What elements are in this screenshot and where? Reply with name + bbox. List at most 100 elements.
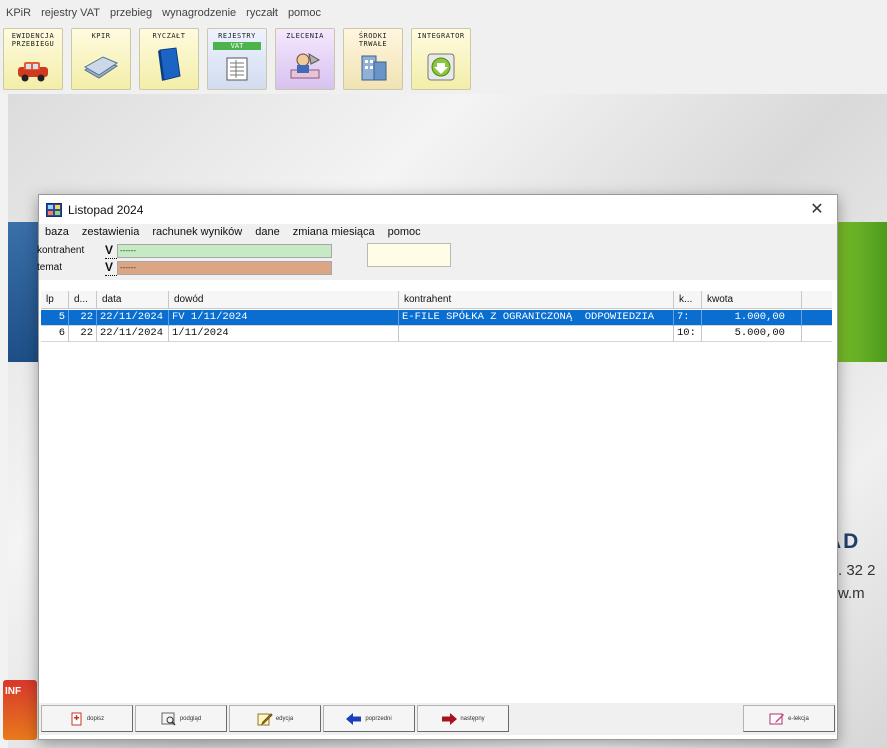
integrator-download-icon xyxy=(424,50,458,85)
menu-zestawienia[interactable]: zestawienia xyxy=(82,226,139,238)
edycja-button[interactable]: edycja xyxy=(229,705,321,732)
dialog-menu-bar: baza zestawienia rachunek wyników dane z… xyxy=(39,224,837,240)
cell-kontrahent xyxy=(399,326,674,342)
car-icon xyxy=(15,58,51,85)
toolbar-kpir-button[interactable]: KPIR xyxy=(71,28,131,90)
fixed-assets-icon xyxy=(356,52,390,85)
poprzedni-label: poprzedni xyxy=(365,715,392,722)
cell-d: 22 xyxy=(69,326,97,342)
add-document-icon xyxy=(70,712,84,726)
edit-pencil-icon xyxy=(257,712,273,726)
toolbar-label: ŚRODKI TRWAŁE xyxy=(358,32,388,48)
app-menu-wynagrodzenie[interactable]: wynagrodzenie xyxy=(162,7,236,19)
background-phone-text: . 32 2 xyxy=(838,562,876,579)
filter-panel: kontrahent V ------ temat V ------ xyxy=(37,240,837,280)
app-logo-icon xyxy=(46,202,62,217)
cell-dowod: 1/11/2024 xyxy=(169,326,399,342)
menu-pomoc[interactable]: pomoc xyxy=(388,226,421,238)
dopisz-button[interactable]: dopisz xyxy=(41,705,133,732)
contractor-icon xyxy=(287,50,323,85)
book-stack-icon xyxy=(81,54,121,85)
column-header-kontrahent[interactable]: kontrahent xyxy=(399,291,674,309)
blue-book-icon xyxy=(154,46,184,85)
column-header-kwota[interactable]: kwota xyxy=(702,291,802,309)
cell-kwota: 1.000,00 xyxy=(702,310,802,326)
menu-rachunek-wynikow[interactable]: rachunek wyników xyxy=(152,226,242,238)
toolbar-label: EWIDENCJA PRZEBIEGU xyxy=(11,32,55,48)
toolbar-rejestry-vat-button[interactable]: REJESTRY VAT xyxy=(207,28,267,90)
toolbar-label: RYCZAŁT xyxy=(152,32,186,40)
app-menu-przebieg[interactable]: przebieg xyxy=(110,7,152,19)
dialog-titlebar[interactable]: Listopad 2024 ✕ xyxy=(39,195,837,224)
menu-zmiana-miesiaca[interactable]: zmiana miesiąca xyxy=(293,226,375,238)
arrow-right-icon xyxy=(441,712,458,725)
cell-lp: 6 xyxy=(41,326,69,342)
close-icon: ✕ xyxy=(810,201,824,218)
nastepny-button[interactable]: następny xyxy=(417,705,509,732)
column-header-dowod[interactable]: dowód xyxy=(169,291,399,309)
month-dialog: Listopad 2024 ✕ baza zestawienia rachune… xyxy=(37,194,838,740)
search-box[interactable] xyxy=(367,243,451,267)
e-lesson-icon xyxy=(769,712,785,726)
table-row[interactable]: 6 22 22/11/2024 1/11/2024 10: 5.000,00 xyxy=(41,326,832,342)
toolbar-integrator-button[interactable]: INTEGRATOR xyxy=(411,28,471,90)
app-menu-rejestry-vat[interactable]: rejestry VAT xyxy=(41,7,100,19)
cell-kontrahent: E-FILE SPÓŁKA Z OGRANICZONĄ ODPOWIEDZIA xyxy=(399,310,674,326)
toolbar-srodki-trwale-button[interactable]: ŚRODKI TRWAŁE xyxy=(343,28,403,90)
menu-baza[interactable]: baza xyxy=(45,226,69,238)
kontrahent-filter-input[interactable]: ------ xyxy=(117,244,332,258)
cell-dowod: FV 1/11/2024 xyxy=(169,310,399,326)
temat-filter-label: temat xyxy=(37,262,63,273)
podglad-button[interactable]: podgląd xyxy=(135,705,227,732)
menu-dane[interactable]: dane xyxy=(255,226,279,238)
table-header: lp d... data dowód kontrahent k... kwota xyxy=(41,291,832,309)
column-header-data[interactable]: data xyxy=(97,291,169,309)
cell-lp: 5 xyxy=(41,310,69,326)
preview-icon xyxy=(161,712,177,726)
edycja-label: edycja xyxy=(275,715,294,722)
dialog-title: Listopad 2024 xyxy=(68,202,144,217)
toolbar-label: KPIR xyxy=(91,32,111,40)
temat-filter-checkbox[interactable]: V xyxy=(105,261,117,276)
e-lekcja-button[interactable]: e-lekcja xyxy=(743,705,835,732)
cell-k: 7: xyxy=(674,310,702,326)
temat-filter-input[interactable]: ------ xyxy=(117,261,332,275)
dialog-button-bar: dopisz podgląd edycja poprzedni następny xyxy=(39,703,836,735)
close-button[interactable]: ✕ xyxy=(807,200,827,218)
toolbar-ryczalt-button[interactable]: RYCZAŁT xyxy=(139,28,199,90)
toolbar-label: INTEGRATOR xyxy=(417,32,465,40)
info-tile-button[interactable]: INF xyxy=(3,680,37,740)
kontrahent-filter-checkbox[interactable]: V xyxy=(105,244,117,259)
nastepny-label: następny xyxy=(460,715,485,722)
table-row[interactable]: 5 22 22/11/2024 FV 1/11/2024 E-FILE SPÓŁ… xyxy=(41,310,832,326)
toolbar-label: REJESTRY xyxy=(218,32,256,40)
column-header-lp[interactable]: lp xyxy=(41,291,69,309)
register-sheet-icon xyxy=(224,56,250,85)
cell-data: 22/11/2024 xyxy=(97,326,169,342)
e-lekcja-label: e-lekcja xyxy=(788,715,809,722)
dopisz-label: dopisz xyxy=(86,715,105,722)
column-header-k[interactable]: k... xyxy=(674,291,702,309)
info-tile-label: INF xyxy=(5,686,22,697)
app-menu-ryczalt[interactable]: ryczałt xyxy=(246,7,278,19)
kontrahent-filter-label: kontrahent xyxy=(37,245,85,256)
toolbar-ewidencja-przebiegu-button[interactable]: EWIDENCJA PRZEBIEGU xyxy=(3,28,63,90)
background-www-text: w.m xyxy=(838,585,865,602)
app-menu-kpir[interactable]: KPiR xyxy=(6,7,31,19)
cell-d: 22 xyxy=(69,310,97,326)
background-green-band xyxy=(836,222,887,362)
cell-k: 10: xyxy=(674,326,702,342)
podglad-label: podgląd xyxy=(179,715,202,722)
main-toolbar: EWIDENCJA PRZEBIEGU KPIR RYCZAŁT REJESTR… xyxy=(0,26,887,94)
vat-badge: VAT xyxy=(213,42,261,50)
toolbar-label: ZLECENIA xyxy=(286,32,324,40)
poprzedni-button[interactable]: poprzedni xyxy=(323,705,415,732)
arrow-left-icon xyxy=(346,712,362,725)
app-menu-bar: KPiR rejestry VAT przebieg wynagrodzenie… xyxy=(0,0,887,26)
toolbar-zlecenia-button[interactable]: ZLECENIA xyxy=(275,28,335,90)
documents-table: lp d... data dowód kontrahent k... kwota… xyxy=(39,291,836,689)
cell-kwota: 5.000,00 xyxy=(702,326,802,342)
cell-data: 22/11/2024 xyxy=(97,310,169,326)
app-menu-pomoc[interactable]: pomoc xyxy=(288,7,321,19)
column-header-d[interactable]: d... xyxy=(69,291,97,309)
